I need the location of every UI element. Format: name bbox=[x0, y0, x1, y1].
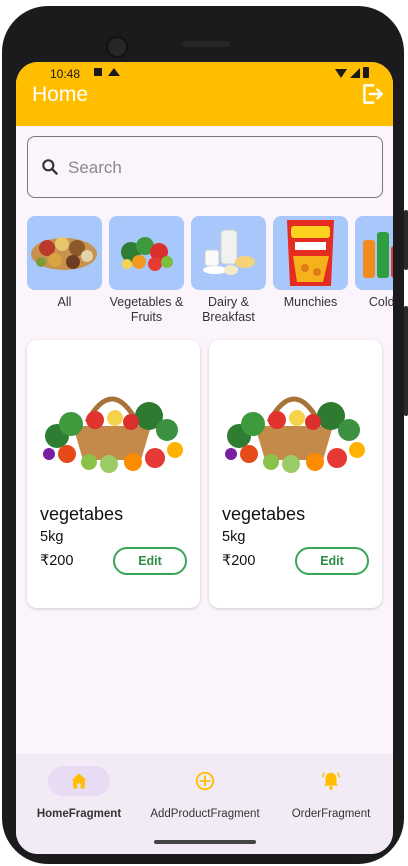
bell-icon bbox=[322, 772, 340, 790]
power-button bbox=[404, 210, 408, 270]
cloud-icon bbox=[108, 68, 120, 76]
category-image-cold-drinks bbox=[355, 216, 393, 290]
category-item-all[interactable]: All bbox=[27, 216, 102, 310]
product-name: vegetabes bbox=[222, 504, 306, 524]
category-label: Vegetables & Fruits bbox=[109, 295, 184, 324]
phone-frame: 10:48 Home Search All Vegetables & Fruit… bbox=[2, 6, 408, 864]
category-item-vegetables[interactable]: Vegetables & Fruits bbox=[109, 216, 184, 325]
category-label: Cold & J bbox=[368, 295, 393, 309]
status-time: 10:48 bbox=[50, 67, 81, 81]
bottom-navigation: HomeFragment AddProductFragment OrderFra… bbox=[16, 754, 393, 854]
product-price: ₹200 bbox=[222, 553, 256, 569]
category-label: Munchies bbox=[283, 295, 338, 309]
nav-item-orders[interactable]: OrderFragment bbox=[278, 766, 384, 820]
signal-icon bbox=[350, 68, 360, 78]
home-icon bbox=[71, 773, 87, 789]
category-list: All Vegetables & Fruits Dairy & Breakfas… bbox=[27, 216, 393, 326]
wifi-icon bbox=[335, 69, 347, 78]
nav-indicator bbox=[174, 766, 236, 796]
product-card[interactable]: vegetabes 5kg ₹200 Edit bbox=[209, 340, 382, 608]
category-image-vegetables bbox=[109, 216, 184, 290]
category-image-dairy bbox=[191, 216, 266, 290]
nav-item-home[interactable]: HomeFragment bbox=[26, 766, 132, 820]
status-notification-icons bbox=[94, 68, 120, 76]
category-item-munchies[interactable]: Munchies bbox=[273, 216, 348, 310]
edit-button[interactable]: Edit bbox=[113, 547, 187, 575]
page-title: Home bbox=[32, 83, 89, 106]
nav-indicator bbox=[300, 766, 362, 796]
status-system-icons bbox=[335, 67, 369, 78]
category-item-cold-drinks[interactable]: Cold & J bbox=[355, 216, 393, 310]
search-icon bbox=[42, 159, 58, 175]
nav-item-add-product[interactable]: AddProductFragment bbox=[140, 766, 270, 820]
gesture-bar[interactable] bbox=[154, 840, 256, 844]
volume-button bbox=[404, 306, 408, 416]
app-bar: 10:48 Home bbox=[16, 62, 393, 126]
battery-icon bbox=[363, 67, 369, 78]
search-input[interactable] bbox=[68, 154, 358, 182]
product-weight: 5kg bbox=[40, 529, 64, 545]
nav-label: HomeFragment bbox=[36, 808, 122, 820]
nav-label: AddProductFragment bbox=[150, 808, 260, 820]
edit-button[interactable]: Edit bbox=[295, 547, 369, 575]
screen: 10:48 Home Search All Vegetables & Fruit… bbox=[16, 62, 393, 854]
search-bar[interactable] bbox=[27, 136, 383, 198]
category-label: Dairy & Breakfast bbox=[202, 295, 255, 324]
nav-indicator bbox=[48, 766, 110, 796]
category-item-dairy[interactable]: Dairy & Breakfast bbox=[191, 216, 266, 325]
logout-icon[interactable] bbox=[359, 81, 385, 107]
notification-icon bbox=[94, 68, 102, 76]
front-camera bbox=[106, 36, 128, 58]
add-circle-icon bbox=[195, 771, 215, 791]
category-label: All bbox=[57, 295, 72, 309]
product-name: vegetabes bbox=[40, 504, 124, 524]
product-weight: 5kg bbox=[222, 529, 246, 545]
nav-label: OrderFragment bbox=[291, 808, 371, 820]
product-image bbox=[43, 396, 183, 473]
category-image-munchies bbox=[273, 216, 348, 290]
product-card[interactable]: vegetabes 5kg ₹200 Edit bbox=[27, 340, 200, 608]
category-image-all bbox=[27, 216, 102, 290]
product-price: ₹200 bbox=[40, 553, 74, 569]
product-image bbox=[225, 396, 365, 473]
earpiece-speaker bbox=[182, 41, 230, 47]
